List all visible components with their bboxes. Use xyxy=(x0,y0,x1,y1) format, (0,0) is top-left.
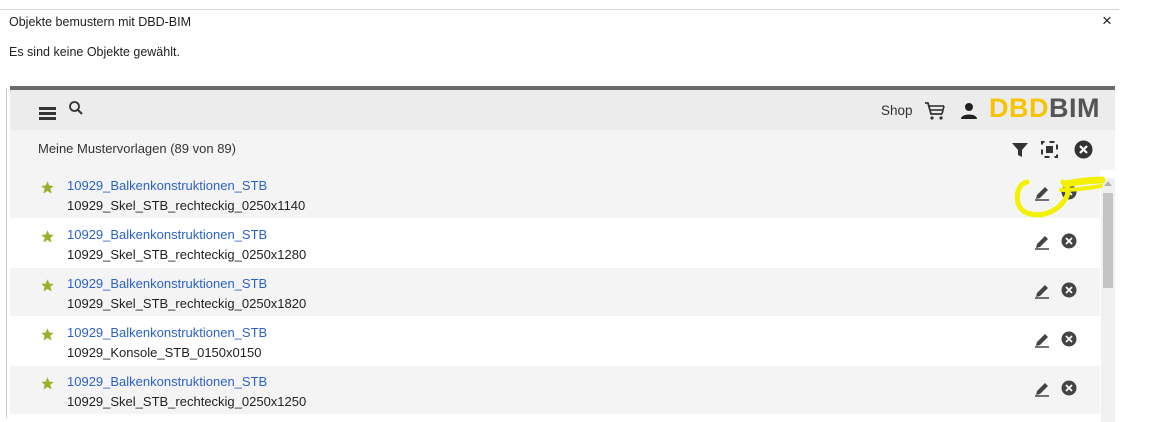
search-icon[interactable] xyxy=(68,100,84,116)
list-header: Meine Mustervorlagen (89 von 89) xyxy=(10,130,1115,170)
item-title-link[interactable]: 10929_Balkenkonstruktionen_STB xyxy=(67,374,267,389)
remove-item-icon[interactable] xyxy=(1061,233,1077,249)
shop-link[interactable]: Shop xyxy=(881,103,913,118)
close-dialog-button[interactable]: × xyxy=(1102,11,1112,31)
logo-bim: BIM xyxy=(1049,93,1100,123)
panel-toolbar: Shop DBDBIM xyxy=(10,86,1115,130)
scrollbar-thumb[interactable] xyxy=(1103,193,1113,288)
remove-item-icon[interactable] xyxy=(1061,282,1077,298)
list-item[interactable]: 10929_Balkenkonstruktionen_STB 10929_Ske… xyxy=(10,366,1100,414)
item-subtitle: 10929_Skel_STB_rechteckig_0250x1250 xyxy=(67,394,307,409)
item-subtitle: 10929_Skel_STB_rechteckig_0250x1820 xyxy=(67,296,307,311)
dialog-title: Objekte bemustern mit DBD-BIM xyxy=(9,15,191,29)
edit-pencil-icon[interactable] xyxy=(1034,332,1050,348)
menu-icon[interactable] xyxy=(39,107,56,120)
logo-dbd: DBD xyxy=(989,93,1049,123)
user-icon[interactable] xyxy=(960,102,978,120)
scroll-up-arrow[interactable] xyxy=(1104,181,1112,186)
item-title-link[interactable]: 10929_Balkenkonstruktionen_STB xyxy=(67,325,267,340)
star-icon[interactable] xyxy=(40,278,55,293)
templates-count-label: Meine Mustervorlagen (89 von 89) xyxy=(38,141,236,156)
list-scrollbar[interactable] xyxy=(1101,178,1115,422)
remove-item-icon[interactable] xyxy=(1061,184,1077,200)
remove-item-icon[interactable] xyxy=(1061,380,1077,396)
item-subtitle: 10929_Skel_STB_rechteckig_0250x1140 xyxy=(67,198,306,213)
divider xyxy=(6,88,7,418)
dialog-titlebar: Objekte bemustern mit DBD-BIM × xyxy=(0,9,1119,34)
edit-pencil-icon[interactable] xyxy=(1034,283,1050,299)
star-icon[interactable] xyxy=(40,327,55,342)
star-icon[interactable] xyxy=(40,180,55,195)
expand-icon[interactable] xyxy=(1041,141,1058,158)
close-all-icon[interactable] xyxy=(1074,140,1093,159)
selection-message: Es sind keine Objekte gewählt. xyxy=(9,45,180,59)
cart-icon[interactable] xyxy=(924,101,946,121)
edit-pencil-icon[interactable] xyxy=(1034,185,1050,201)
item-title-link[interactable]: 10929_Balkenkonstruktionen_STB xyxy=(67,227,267,242)
list-item[interactable]: 10929_Balkenkonstruktionen_STB 10929_Ske… xyxy=(10,170,1100,218)
item-subtitle: 10929_Konsole_STB_0150x0150 xyxy=(67,345,262,360)
list-item[interactable]: 10929_Balkenkonstruktionen_STB 10929_Ske… xyxy=(10,268,1100,316)
item-title-link[interactable]: 10929_Balkenkonstruktionen_STB xyxy=(67,178,267,193)
dbdbim-logo: DBDBIM xyxy=(989,93,1100,124)
list-item[interactable]: 10929_Balkenkonstruktionen_STB 10929_Kon… xyxy=(10,317,1100,365)
filter-icon[interactable] xyxy=(1011,142,1029,158)
star-icon[interactable] xyxy=(40,229,55,244)
star-icon[interactable] xyxy=(40,376,55,391)
edit-pencil-icon[interactable] xyxy=(1034,234,1050,250)
item-title-link[interactable]: 10929_Balkenkonstruktionen_STB xyxy=(67,276,267,291)
list-item[interactable]: 10929_Balkenkonstruktionen_STB 10929_Ske… xyxy=(10,219,1100,267)
remove-item-icon[interactable] xyxy=(1061,331,1077,347)
dbd-bim-panel: Shop DBDBIM Meine Mustervorlagen (89 von… xyxy=(10,86,1115,422)
templates-list: 10929_Balkenkonstruktionen_STB 10929_Ske… xyxy=(10,170,1100,422)
edit-pencil-icon[interactable] xyxy=(1034,381,1050,397)
item-subtitle: 10929_Skel_STB_rechteckig_0250x1280 xyxy=(67,247,307,262)
